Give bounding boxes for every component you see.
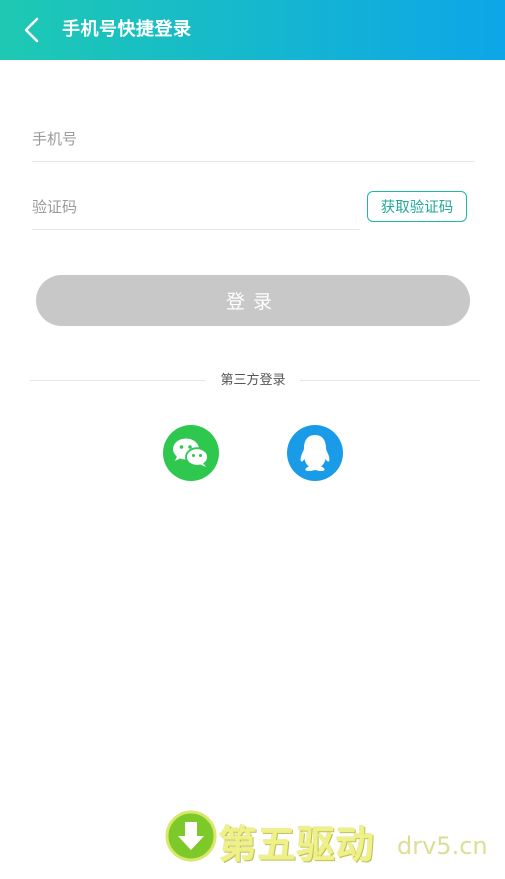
watermark-domain: drv5.cn [397,832,488,860]
get-code-button[interactable]: 获取验证码 [367,191,467,222]
code-field-row [32,185,360,230]
qq-icon [287,425,343,481]
third-party-login-label: 第三方登录 [220,373,286,388]
back-button[interactable] [14,12,50,48]
divider-left [30,380,206,381]
wechat-icon [163,425,219,481]
wechat-login-button[interactable] [163,425,219,481]
page-title: 手机号快捷登录 [62,19,192,40]
watermark: 第五驱动 drv5.cn [165,810,495,867]
phone-field-row [32,116,474,162]
watermark-text: 第五驱动 [219,823,376,867]
download-arrow-icon [165,810,217,862]
chevron-left-icon [24,17,39,43]
verification-code-input[interactable] [32,185,360,229]
divider-right [300,380,480,381]
login-button[interactable]: 登录 [36,275,470,326]
phone-input[interactable] [32,116,474,161]
app-header: 手机号快捷登录 [0,0,505,60]
qq-login-button[interactable] [287,425,343,481]
